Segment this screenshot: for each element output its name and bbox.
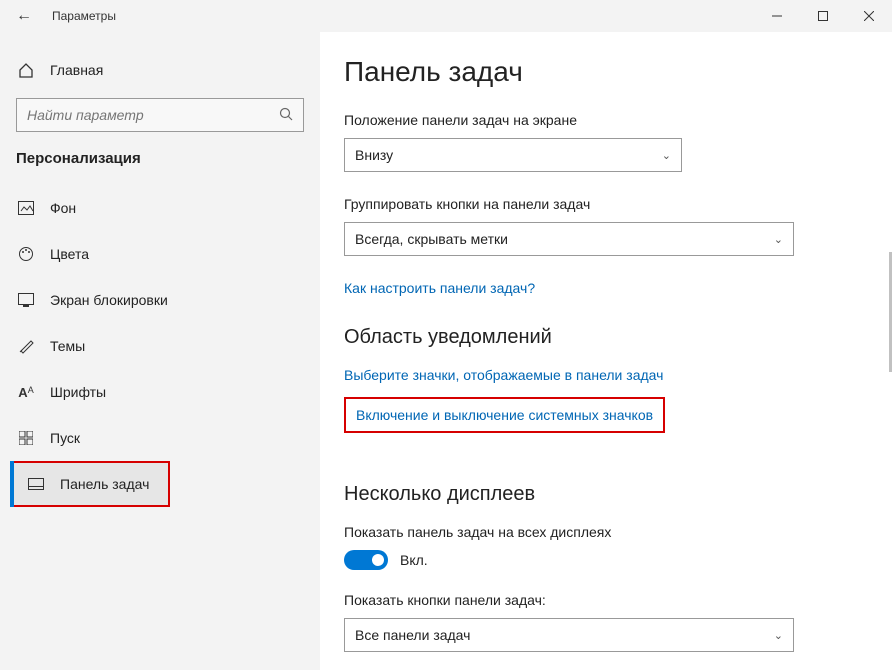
sidebar-item-start[interactable]: Пуск [0,415,320,461]
sidebar-item-colors[interactable]: Цвета [0,231,320,277]
sidebar-item-background[interactable]: Фон [0,185,320,231]
nav-label: Шрифты [50,384,106,400]
chevron-down-icon: ⌄ [774,233,783,246]
search-icon [279,107,293,124]
home-label: Главная [50,62,103,78]
multiple-displays-heading: Несколько дисплеев [344,483,862,506]
title-bar: ← Параметры [0,0,892,32]
group-label: Группировать кнопки на панели задач [344,196,862,212]
position-label: Положение панели задач на экране [344,112,862,128]
customize-link[interactable]: Как настроить панели задач? [344,280,862,296]
toggle-state-label: Вкл. [400,552,428,568]
page-title: Панель задач [344,56,862,88]
show-all-displays-toggle[interactable] [344,550,388,570]
home-nav[interactable]: Главная [0,52,320,88]
maximize-button[interactable] [800,0,846,32]
minimize-button[interactable] [754,0,800,32]
fonts-icon: AA [16,385,36,400]
close-button[interactable] [846,0,892,32]
nav-label: Панель задач [60,476,149,492]
search-input[interactable] [27,107,279,123]
sidebar-item-fonts[interactable]: AA Шрифты [0,369,320,415]
show-buttons-dropdown[interactable]: Все панели задач ⌄ [344,618,794,652]
notification-area-heading: Область уведомлений [344,326,862,349]
select-icons-link[interactable]: Выберите значки, отображаемые в панели з… [344,367,862,383]
chevron-down-icon: ⌄ [774,629,783,642]
chevron-down-icon: ⌄ [662,149,671,162]
window-controls [754,0,892,32]
maximize-icon [818,11,828,21]
position-dropdown[interactable]: Внизу ⌄ [344,138,682,172]
nav-label: Экран блокировки [50,292,168,308]
sidebar-item-taskbar[interactable]: Панель задач [10,461,170,507]
dropdown-value: Все панели задач [355,627,470,643]
search-box[interactable] [16,98,304,132]
group-dropdown[interactable]: Всегда, скрывать метки ⌄ [344,222,794,256]
nav-label: Цвета [50,246,89,262]
show-all-displays-label: Показать панель задач на всех дисплеях [344,524,862,540]
themes-icon [16,338,36,354]
taskbar-icon [26,478,46,490]
dropdown-value: Всегда, скрывать метки [355,231,508,247]
picture-icon [16,201,36,215]
nav-label: Фон [50,200,76,216]
show-buttons-label: Показать кнопки панели задач: [344,592,862,608]
nav-label: Темы [50,338,85,354]
sidebar-item-themes[interactable]: Темы [0,323,320,369]
palette-icon [16,246,36,262]
home-icon [16,62,36,78]
main-content: Панель задач Положение панели задач на э… [320,32,892,670]
window-title: Параметры [48,9,116,23]
category-heading: Персонализация [0,150,320,185]
toggle-knob [372,554,384,566]
minimize-icon [772,11,782,21]
start-icon [16,431,36,445]
sidebar-item-lockscreen[interactable]: Экран блокировки [0,277,320,323]
back-button[interactable]: ← [0,0,48,32]
system-icons-link[interactable]: Включение и выключение системных значков [344,397,665,433]
lock-screen-icon [16,293,36,307]
dropdown-value: Внизу [355,147,393,163]
close-icon [864,11,874,21]
sidebar: Главная Персонализация Фон Цвета Экран б… [0,32,320,670]
nav-label: Пуск [50,430,80,446]
